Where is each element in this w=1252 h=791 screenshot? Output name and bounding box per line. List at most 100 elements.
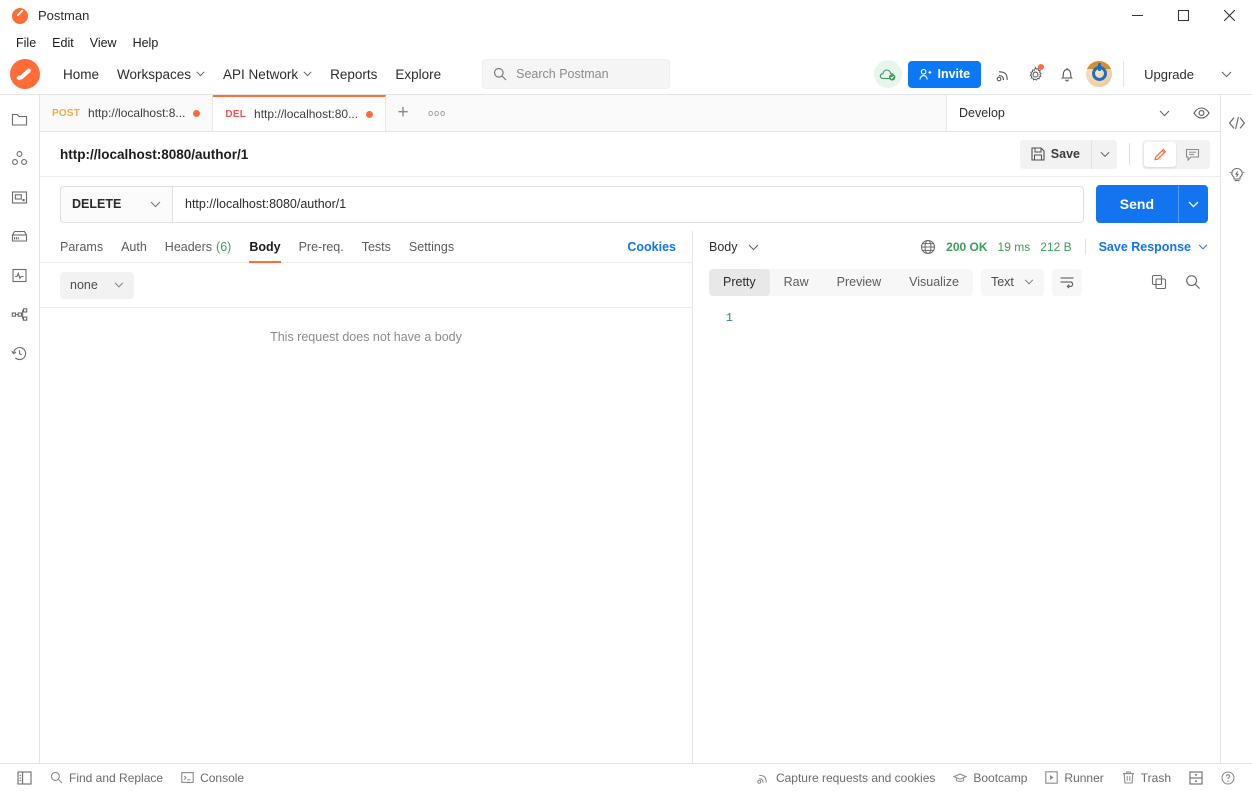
edit-mode-pencil-icon[interactable]: [1144, 141, 1176, 167]
send-options-button[interactable]: [1178, 185, 1208, 223]
environment-selector[interactable]: Develop: [946, 95, 1182, 131]
header-actions: Invite Upgrade: [874, 58, 1252, 90]
tab-headers-count: (6): [216, 239, 232, 254]
sync-status-icon[interactable]: [874, 60, 903, 88]
response-header: Body 200 OK 19 ms 212 B Save Response: [693, 231, 1220, 263]
tab-settings[interactable]: Settings: [400, 231, 463, 263]
tab-pretty[interactable]: Pretty: [709, 268, 770, 296]
nav-explore[interactable]: Explore: [386, 61, 450, 88]
tab-raw[interactable]: Raw: [770, 269, 823, 296]
send-button[interactable]: Send: [1095, 185, 1178, 223]
url-input[interactable]: http://localhost:8080/author/1: [172, 185, 1084, 223]
tab-label: http://localhost:80...: [254, 107, 359, 121]
nav-api-network[interactable]: API Network: [214, 61, 321, 88]
http-method-value: DELETE: [72, 197, 122, 211]
toggle-sidebar-button[interactable]: [8, 767, 41, 789]
table-row[interactable]: POST http://localhost:8...: [40, 95, 214, 131]
save-options-button[interactable]: [1091, 139, 1117, 169]
left-sidebar: [0, 95, 40, 763]
menu-file[interactable]: File: [8, 34, 44, 52]
body-type-selector[interactable]: none: [60, 271, 134, 299]
search-icon[interactable]: [1178, 269, 1208, 296]
nav-explore-label: Explore: [395, 66, 442, 82]
settings-gear-icon[interactable]: [1019, 58, 1051, 90]
save-button[interactable]: Save: [1019, 139, 1091, 169]
save-response-button[interactable]: Save Response: [1099, 240, 1208, 254]
nav-reports[interactable]: Reports: [321, 61, 386, 88]
nav-home[interactable]: Home: [54, 61, 108, 88]
postman-brand-icon[interactable]: [10, 59, 40, 89]
bootcamp-label: Bootcamp: [973, 770, 1028, 785]
tab-visualize[interactable]: Visualize: [895, 269, 973, 296]
chevron-down-icon: [748, 244, 759, 251]
nav-workspaces[interactable]: Workspaces: [108, 61, 214, 88]
console-label: Console: [200, 770, 245, 785]
tab-params[interactable]: Params: [60, 231, 112, 263]
tab-pre-request[interactable]: Pre-req.: [290, 231, 353, 263]
tab-body[interactable]: Body: [240, 231, 289, 263]
collections-icon[interactable]: [6, 105, 34, 133]
main-panel: POST http://localhost:8... DEL http://lo…: [40, 95, 1220, 763]
right-sidebar: [1220, 95, 1252, 763]
avatar[interactable]: [1083, 58, 1115, 90]
menu-view[interactable]: View: [82, 34, 125, 52]
network-globe-icon[interactable]: [920, 239, 936, 255]
capture-requests-button[interactable]: Capture requests and cookies: [747, 767, 944, 789]
tab-unsaved-dot-icon: [366, 110, 374, 118]
minimize-icon[interactable]: [1114, 0, 1160, 31]
response-language-selector[interactable]: Text: [980, 268, 1044, 296]
trash-button[interactable]: Trash: [1113, 767, 1180, 789]
tab-tests[interactable]: Tests: [353, 231, 400, 263]
upgrade-chevron-down-icon[interactable]: [1210, 58, 1242, 90]
table-row[interactable]: DEL http://localhost:80...: [213, 95, 387, 131]
save-disk-icon: [1031, 147, 1045, 161]
chevron-down-icon: [150, 201, 161, 208]
comment-mode-icon[interactable]: [1176, 142, 1208, 167]
capture-requests-icon[interactable]: [987, 58, 1019, 90]
console-button[interactable]: Console: [172, 767, 253, 789]
wrap-lines-icon[interactable]: [1051, 268, 1082, 296]
close-icon[interactable]: [1206, 0, 1252, 31]
cookies-link[interactable]: Cookies: [627, 240, 676, 254]
response-view-selector[interactable]: Body: [709, 240, 759, 254]
environments-icon[interactable]: [6, 183, 34, 211]
upgrade-group: Upgrade: [1123, 61, 1242, 87]
find-and-replace-button[interactable]: Find and Replace: [41, 767, 172, 789]
copy-icon[interactable]: [1144, 269, 1174, 296]
history-icon[interactable]: [6, 339, 34, 367]
bootcamp-button[interactable]: Bootcamp: [944, 767, 1036, 789]
apis-icon[interactable]: [6, 144, 34, 172]
new-tab-button[interactable]: +: [386, 95, 421, 131]
runner-button[interactable]: Runner: [1036, 767, 1112, 789]
window-titlebar: Postman: [0, 0, 1252, 31]
maximize-icon[interactable]: [1160, 0, 1206, 31]
http-method-selector[interactable]: DELETE: [60, 185, 172, 223]
two-pane-layout-button[interactable]: [1180, 767, 1212, 789]
menu-help[interactable]: Help: [125, 34, 167, 52]
flows-icon[interactable]: [6, 300, 34, 328]
documentation-bulb-icon[interactable]: [1223, 161, 1251, 189]
menu-edit[interactable]: Edit: [44, 34, 82, 52]
tab-auth[interactable]: Auth: [112, 231, 156, 263]
nav-workspaces-label: Workspaces: [117, 66, 192, 82]
mock-servers-icon[interactable]: [6, 222, 34, 250]
search-input[interactable]: Search Postman: [482, 59, 671, 89]
monitors-icon[interactable]: [6, 261, 34, 289]
notifications-bell-icon[interactable]: [1051, 58, 1083, 90]
request-title-row: http://localhost:8080/author/1 Save: [40, 132, 1220, 177]
request-response-split: Params Auth Headers (6) Body Pre-req. Te…: [40, 231, 1220, 763]
invite-user-icon: [919, 68, 932, 81]
tab-preview[interactable]: Preview: [823, 269, 895, 296]
tab-headers[interactable]: Headers (6): [156, 231, 241, 263]
upgrade-button[interactable]: Upgrade: [1128, 62, 1210, 87]
response-body[interactable]: 1: [693, 301, 1220, 763]
invite-button[interactable]: Invite: [908, 60, 982, 88]
body-empty-message: This request does not have a body: [40, 307, 692, 763]
response-meta: 200 OK 19 ms 212 B Save Response: [920, 239, 1208, 255]
chevron-down-icon: [303, 71, 312, 77]
tab-options-button[interactable]: ooo: [420, 95, 455, 131]
environment-quick-look-icon[interactable]: [1182, 95, 1220, 131]
layout-icon: [1189, 770, 1203, 785]
code-snippet-icon[interactable]: [1223, 109, 1251, 137]
help-button[interactable]: [1212, 767, 1244, 789]
